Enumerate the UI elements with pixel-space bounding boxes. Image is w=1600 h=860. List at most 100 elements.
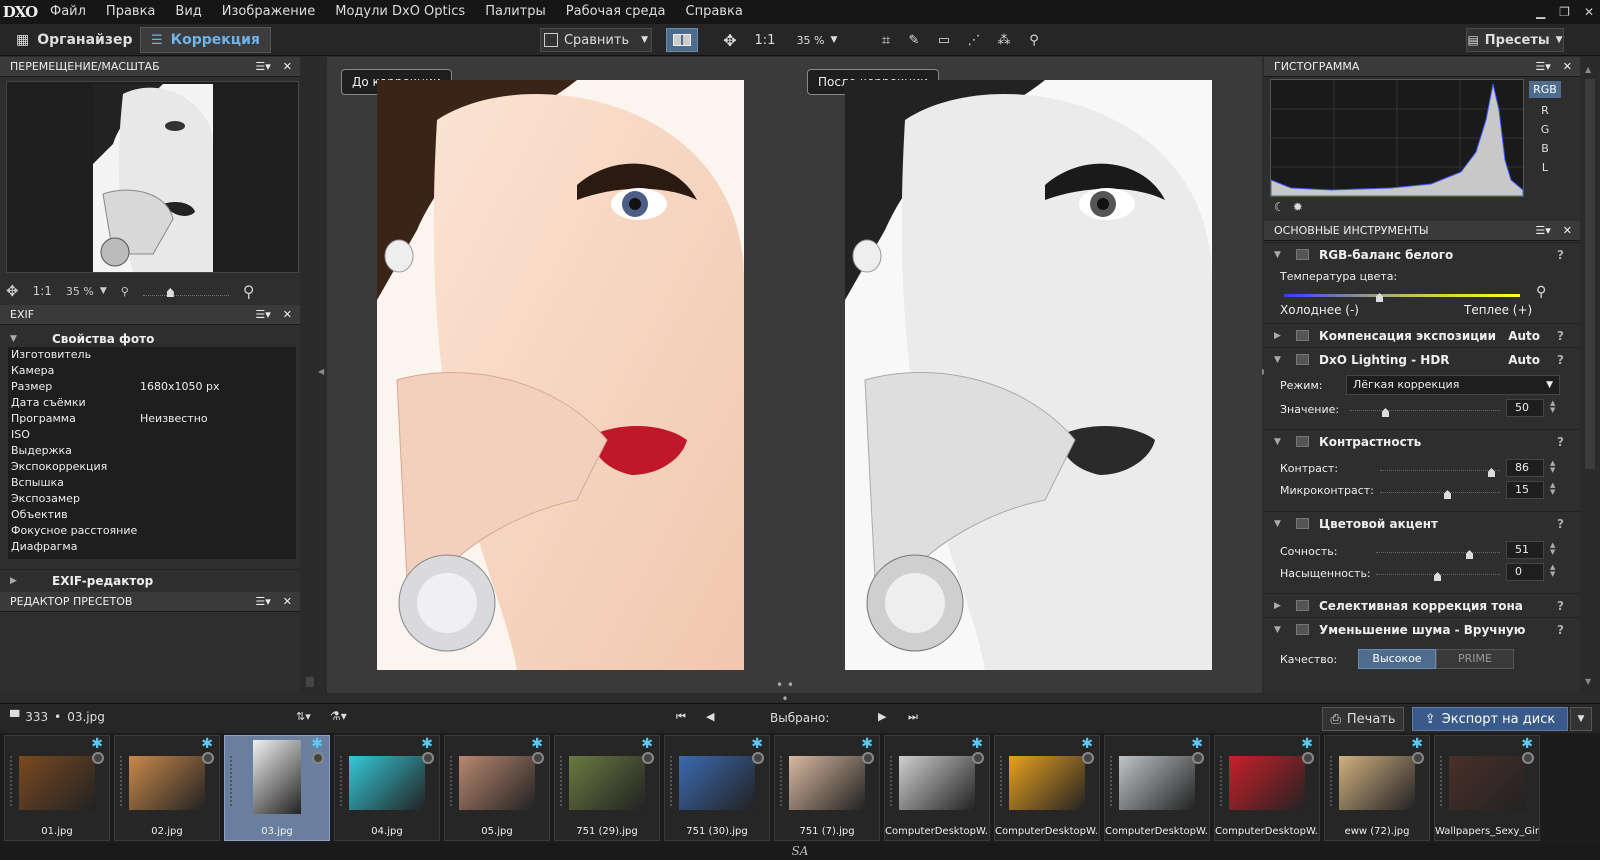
- nav-zoom-slider[interactable]: [142, 286, 229, 297]
- tab-organizer[interactable]: ▦ Органайзер: [6, 27, 143, 53]
- select-circle-icon[interactable]: [1522, 752, 1534, 764]
- nav-zoom-value[interactable]: 35 %: [66, 285, 94, 298]
- filmstrip-item[interactable]: ✱ 05.jpg: [444, 735, 550, 841]
- filmstrip-item[interactable]: ✱ ComputerDesktopW...: [994, 735, 1100, 841]
- close-icon[interactable]: ✕: [1563, 57, 1572, 77]
- drag-handle[interactable]: [560, 756, 562, 806]
- value-slider[interactable]: [1350, 407, 1500, 411]
- micro-slider[interactable]: [1380, 489, 1500, 493]
- perspective-icon[interactable]: ⋰: [962, 28, 986, 52]
- drag-handle[interactable]: [670, 756, 672, 806]
- exposure-auto[interactable]: Auto: [1508, 329, 1540, 343]
- micro-input[interactable]: 15: [1506, 481, 1544, 499]
- panel-menu-icon[interactable]: ☰▾: [1535, 221, 1550, 241]
- spinner-arrows-icon[interactable]: ▲ ▼: [1550, 564, 1555, 578]
- folder-name[interactable]: 333: [25, 710, 48, 724]
- close-window-button[interactable]: ✕: [1584, 0, 1594, 24]
- right-scrollbar[interactable]: ▲ ▼: [1582, 57, 1598, 693]
- help-icon[interactable]: ?: [1557, 599, 1564, 613]
- menu-modules[interactable]: Модули DxO Optics: [325, 0, 475, 24]
- contrast-input[interactable]: 86: [1506, 459, 1544, 477]
- select-circle-icon[interactable]: [642, 752, 654, 764]
- select-circle-icon[interactable]: [312, 752, 324, 764]
- select-circle-icon[interactable]: [202, 752, 214, 764]
- spinner-arrows-icon[interactable]: ▲ ▼: [1550, 400, 1555, 414]
- filmstrip-item[interactable]: ✱ 751 (30).jpg: [664, 735, 770, 841]
- saturation-input[interactable]: 0: [1506, 563, 1544, 581]
- filmstrip-item[interactable]: ✱ eww (72).jpg: [1324, 735, 1430, 841]
- next-image-icon[interactable]: ▶: [878, 710, 886, 723]
- vibrance-input[interactable]: 51: [1506, 541, 1544, 559]
- accent-checkbox[interactable]: [1296, 518, 1309, 529]
- horizon-icon[interactable]: ▭: [932, 28, 956, 52]
- filmstrip-item[interactable]: ✱ ComputerDesktopW...: [884, 735, 990, 841]
- filmstrip-item[interactable]: ✱ 751 (29).jpg: [554, 735, 660, 841]
- noise-checkbox[interactable]: [1296, 624, 1309, 635]
- filmstrip-item[interactable]: ✱ 04.jpg: [334, 735, 440, 841]
- export-button[interactable]: ⇪ Экспорт на диск: [1412, 707, 1568, 731]
- channel-r[interactable]: R: [1541, 104, 1549, 117]
- drag-handle[interactable]: [1000, 756, 1002, 806]
- first-image-icon[interactable]: ⏮: [676, 710, 686, 724]
- filmstrip-item[interactable]: ✱ 02.jpg: [114, 735, 220, 841]
- exposure-section[interactable]: ▶ Компенсация экспозиции Auto ?: [1264, 323, 1580, 347]
- select-circle-icon[interactable]: [1082, 752, 1094, 764]
- minimize-button[interactable]: ▁: [1536, 0, 1545, 24]
- menu-workspace[interactable]: Рабочая среда: [556, 0, 676, 24]
- noise-section[interactable]: ▼ Уменьшение шума - Вручную ?: [1264, 617, 1580, 641]
- eyedropper-icon[interactable]: ⚲: [1536, 284, 1546, 300]
- menu-edit[interactable]: Правка: [96, 0, 165, 24]
- eyedropper-icon[interactable]: ⚲: [1022, 28, 1046, 52]
- tab-correction[interactable]: ☰ Коррекция: [140, 27, 271, 53]
- contrast-slider[interactable]: [1380, 467, 1500, 471]
- eraser-icon[interactable]: ✎: [902, 28, 926, 52]
- move-icon[interactable]: ✥: [718, 28, 742, 52]
- help-icon[interactable]: ?: [1557, 517, 1564, 531]
- select-circle-icon[interactable]: [92, 752, 104, 764]
- wb-checkbox[interactable]: [1296, 249, 1309, 260]
- close-icon[interactable]: ✕: [283, 592, 292, 612]
- menu-view[interactable]: Вид: [165, 0, 211, 24]
- select-circle-icon[interactable]: [1412, 752, 1424, 764]
- select-circle-icon[interactable]: [862, 752, 874, 764]
- scroll-up-icon[interactable]: ▲: [1585, 65, 1591, 74]
- filmstrip-item[interactable]: ✱ Wallpapers_Sexy_Girl...: [1434, 735, 1540, 841]
- drag-handle[interactable]: [10, 756, 12, 806]
- mode-select[interactable]: Лёгкая коррекция ▼: [1346, 375, 1560, 395]
- select-circle-icon[interactable]: [752, 752, 764, 764]
- splitter-handle[interactable]: • • •: [773, 678, 797, 706]
- crop-icon[interactable]: ⌗: [874, 28, 898, 52]
- redeye-icon[interactable]: ⁂: [992, 28, 1016, 52]
- exif-editor-section[interactable]: ▶ EXIF-редактор: [0, 569, 300, 591]
- select-circle-icon[interactable]: [1192, 752, 1204, 764]
- drag-handle[interactable]: [1330, 756, 1332, 806]
- menu-file[interactable]: Файл: [40, 0, 96, 24]
- spinner-arrows-icon[interactable]: ▲ ▼: [1550, 542, 1555, 556]
- quality-high-button[interactable]: Высокое: [1358, 649, 1436, 669]
- drag-handle[interactable]: [230, 756, 232, 806]
- selective-checkbox[interactable]: [1296, 600, 1309, 611]
- presets-button[interactable]: ▤ Пресеты ▼: [1466, 28, 1564, 52]
- close-icon[interactable]: ✕: [283, 57, 292, 77]
- navigator-preview[interactable]: [6, 81, 299, 273]
- filter-icon[interactable]: ⚗▾: [330, 709, 347, 723]
- contrast-section[interactable]: ▼ Контрастность ?: [1264, 429, 1580, 453]
- zoom-out-icon[interactable]: ⚲: [121, 285, 129, 298]
- drag-handle[interactable]: [1220, 756, 1222, 806]
- channel-b[interactable]: B: [1541, 142, 1549, 155]
- color-temp-slider[interactable]: [1284, 294, 1520, 297]
- close-icon[interactable]: ✕: [283, 305, 292, 325]
- scroll-down-icon[interactable]: ▼: [1585, 677, 1591, 686]
- moon-icon[interactable]: ☾: [1274, 200, 1285, 214]
- drag-handle[interactable]: [1440, 756, 1442, 806]
- select-circle-icon[interactable]: [1302, 752, 1314, 764]
- spinner-arrows-icon[interactable]: ▲ ▼: [1550, 460, 1555, 474]
- prev-image-icon[interactable]: ◀: [706, 710, 714, 723]
- select-circle-icon[interactable]: [972, 752, 984, 764]
- filmstrip-item[interactable]: ✱ 751 (7).jpg: [774, 735, 880, 841]
- channel-rgb[interactable]: RGB: [1529, 81, 1561, 98]
- left-scrollbar[interactable]: [302, 57, 318, 693]
- select-circle-icon[interactable]: [532, 752, 544, 764]
- export-menu-chevron-icon[interactable]: ▼: [1570, 707, 1592, 731]
- before-photo[interactable]: [377, 80, 744, 670]
